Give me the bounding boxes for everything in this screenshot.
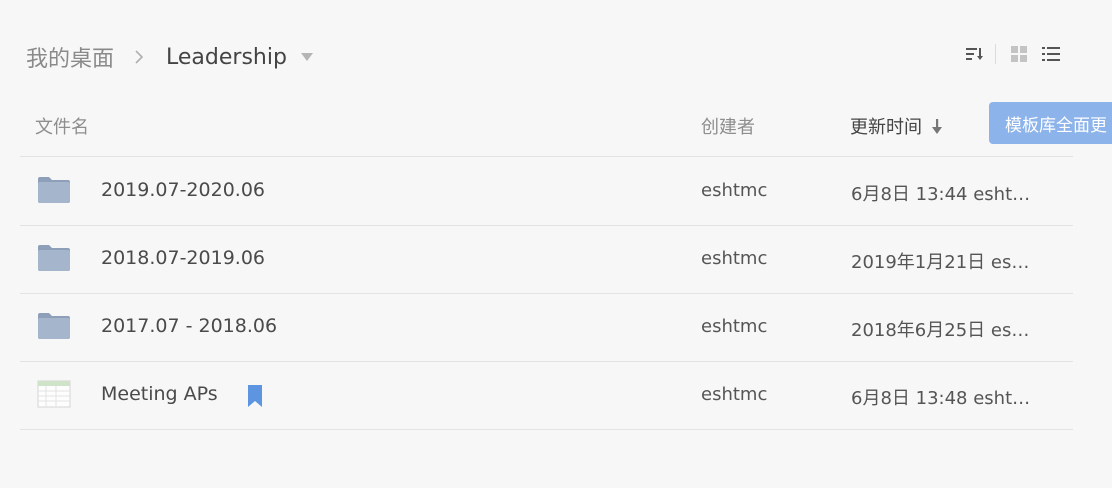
file-list: 2019.07-2020.06 eshtmc 6月8日 13:44 esht… …: [20, 158, 1073, 430]
view-toolbar: [963, 44, 1062, 64]
caret-down-icon[interactable]: [300, 53, 313, 61]
file-updated: 6月8日 13:48 esht…: [851, 388, 1031, 409]
file-creator: eshtmc: [701, 248, 768, 269]
table-header: 文件名 创建者 更新时间: [20, 96, 1073, 157]
sort-icon[interactable]: [963, 44, 985, 64]
file-updated: 2019年1月21日 es…: [851, 252, 1030, 273]
column-header-creator[interactable]: 创建者: [701, 113, 755, 139]
folder-icon: [37, 312, 71, 340]
file-updated: 6月8日 13:44 esht…: [851, 184, 1031, 205]
bookmark-icon[interactable]: [248, 385, 262, 407]
column-header-name[interactable]: 文件名: [35, 113, 89, 139]
table-row[interactable]: 2019.07-2020.06 eshtmc 6月8日 13:44 esht…: [20, 158, 1073, 226]
table-row[interactable]: 2017.07 - 2018.06 eshtmc 2018年6月25日 es…: [20, 294, 1073, 362]
folder-icon: [37, 244, 71, 272]
file-name[interactable]: 2019.07-2020.06: [101, 179, 265, 201]
template-library-button[interactable]: 模板库全面更: [989, 102, 1112, 144]
column-header-updated-label: 更新时间: [850, 117, 922, 138]
chevron-right-icon: [128, 46, 150, 68]
breadcrumb-current: Leadership: [166, 44, 287, 70]
spreadsheet-icon: [37, 380, 71, 408]
file-creator: eshtmc: [701, 316, 768, 337]
table-row[interactable]: 2018.07-2019.06 eshtmc 2019年1月21日 es…: [20, 226, 1073, 294]
breadcrumb-root[interactable]: 我的桌面: [26, 41, 114, 73]
column-header-updated[interactable]: 更新时间: [850, 113, 943, 139]
file-name[interactable]: 2017.07 - 2018.06: [101, 315, 277, 337]
file-creator: eshtmc: [701, 180, 768, 201]
grid-view-icon[interactable]: [1008, 44, 1030, 64]
list-view-icon[interactable]: [1040, 44, 1062, 64]
file-updated: 2018年6月25日 es…: [851, 320, 1030, 341]
file-name[interactable]: 2018.07-2019.06: [101, 247, 265, 269]
breadcrumb: 我的桌面 Leadership: [26, 42, 313, 72]
file-name[interactable]: Meeting APs: [101, 383, 218, 405]
table-row[interactable]: Meeting APs eshtmc 6月8日 13:48 esht…: [20, 362, 1073, 430]
sort-descending-icon: [931, 117, 943, 135]
file-creator: eshtmc: [701, 384, 768, 405]
toolbar-divider: [995, 44, 996, 64]
folder-icon: [37, 176, 71, 204]
